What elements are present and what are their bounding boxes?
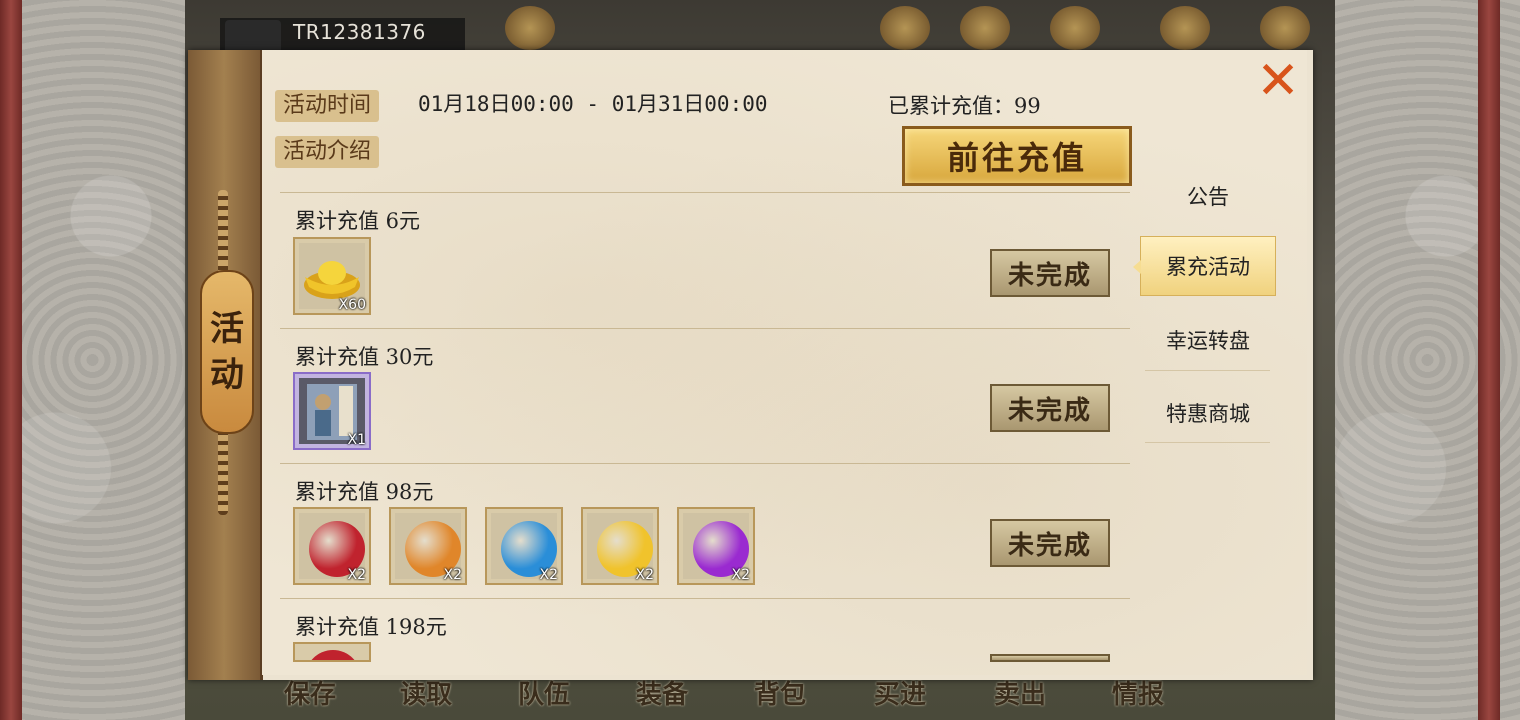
tab-special-shop[interactable]: 特惠商城 (1140, 383, 1276, 443)
task-icon[interactable] (505, 6, 555, 50)
reward-item[interactable] (293, 642, 371, 662)
reward-item[interactable]: X60 (293, 237, 371, 315)
plaque-char-2: 动 (210, 355, 244, 395)
tab-announcement[interactable]: 公告 (1140, 166, 1276, 226)
activity-intro-label[interactable]: 活动介绍 (275, 136, 380, 168)
tab-lucky-wheel[interactable]: 幸运转盘 (1140, 310, 1276, 370)
player-id: TR12381376 (293, 20, 426, 44)
top-menu-icons (480, 0, 1320, 55)
gold-shop-icon[interactable] (1160, 6, 1210, 50)
tier-status-button[interactable]: 未完成 (990, 249, 1110, 297)
tab-separator (1145, 370, 1270, 371)
tier-status-button[interactable] (990, 654, 1110, 662)
tier-title: 累计充值 30元 (295, 345, 434, 369)
red-pomegranate-icon (305, 650, 361, 660)
tab-cumulative-recharge[interactable]: 累充活动 (1140, 236, 1276, 296)
activity-title-plaque: 活 动 (200, 270, 254, 434)
player-avatar[interactable] (225, 20, 281, 50)
item-quantity: X2 (443, 567, 463, 583)
close-icon[interactable]: ✕ (1254, 55, 1302, 107)
reward-item[interactable]: X2 (389, 507, 467, 585)
reward-item[interactable]: X2 (293, 507, 371, 585)
notice-icon[interactable] (960, 6, 1010, 50)
reward-item[interactable]: X2 (581, 507, 659, 585)
total-recharge-text: 已累计充值：99 (888, 94, 1041, 118)
reward-item[interactable]: X2 (485, 507, 563, 585)
cloud-background-left (0, 0, 185, 720)
chain-bottom (218, 425, 228, 515)
red-pillar-right (1478, 0, 1500, 720)
item-quantity: X2 (731, 567, 751, 583)
activity-time-value: 01月18日00:00 - 01月31日00:00 (418, 92, 768, 116)
tier-title: 累计充值 6元 (295, 209, 421, 233)
divider (280, 192, 1130, 193)
item-quantity: X60 (338, 297, 366, 313)
scroll-icon[interactable] (880, 6, 930, 50)
item-quantity: X1 (347, 432, 367, 448)
chain-top (218, 190, 228, 275)
reward-item[interactable]: X1 (293, 372, 371, 450)
active-tab-pointer (1133, 260, 1141, 274)
book-icon[interactable] (1050, 6, 1100, 50)
item-quantity: X2 (635, 567, 655, 583)
plaque-char-1: 活 (210, 309, 244, 349)
activity-time-label: 活动时间 (275, 90, 380, 122)
divider (280, 328, 1130, 329)
go-recharge-button[interactable]: 前往充值 (902, 126, 1132, 186)
red-pillar-left (0, 0, 22, 720)
divider (280, 463, 1130, 464)
tier-title: 累计充值 98元 (295, 480, 434, 504)
divider (280, 598, 1130, 599)
reward-item[interactable]: X2 (677, 507, 755, 585)
tier-title: 累计充值 198元 (295, 615, 447, 639)
tier-status-button[interactable]: 未完成 (990, 519, 1110, 567)
item-quantity: X2 (347, 567, 367, 583)
item-quantity: X2 (539, 567, 559, 583)
settings-icon[interactable] (1260, 6, 1310, 50)
tier-status-button[interactable]: 未完成 (990, 384, 1110, 432)
